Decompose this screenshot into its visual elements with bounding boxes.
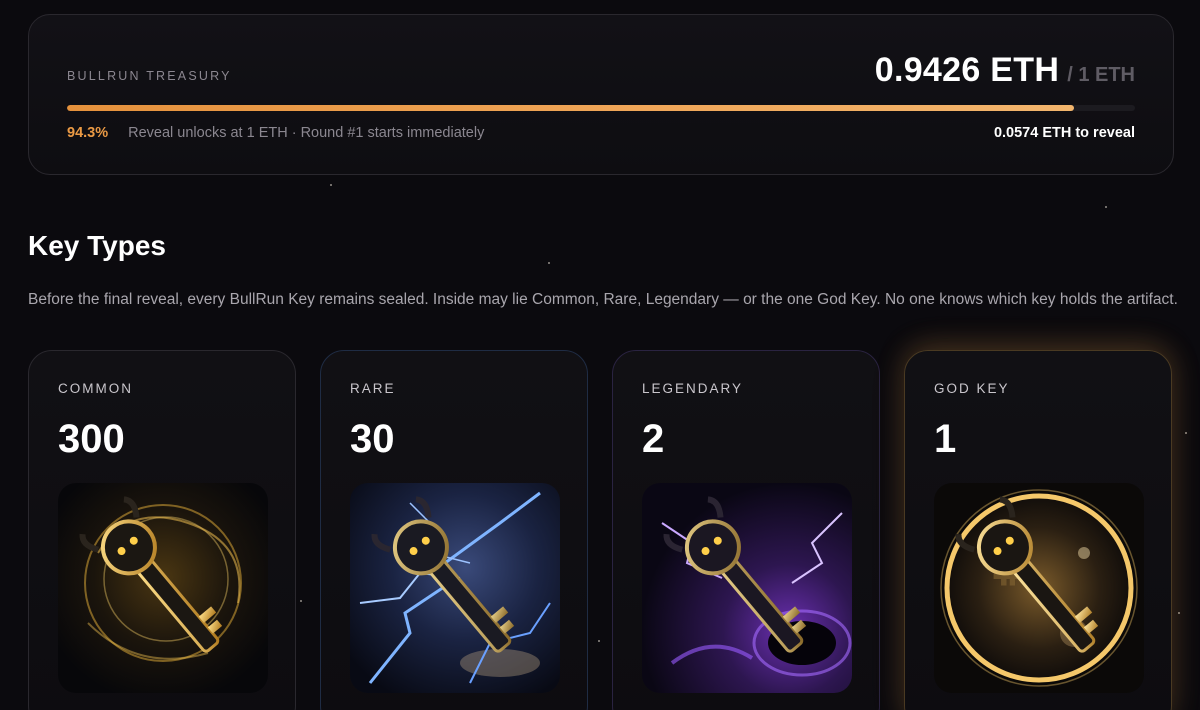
key-card-label: COMMON	[58, 381, 133, 396]
treasury-progress-fill	[67, 105, 1075, 111]
treasury-percent: 94.3%	[67, 125, 109, 141]
key-card-label: GOD KEY	[934, 381, 1010, 396]
treasury-card: BULLRUN TREASURY 0.9426 ETH / 1 ETH 94.3…	[28, 14, 1174, 175]
treasury-progress-bar	[67, 105, 1135, 111]
key-card-label: RARE	[350, 381, 396, 396]
treasury-footer: 94.3% Reveal unlocks at 1 ETH · Round #1…	[67, 125, 1135, 141]
key-card-count: 2	[642, 417, 665, 461]
treasury-remaining: 0.0574 ETH to reveal	[993, 125, 1135, 141]
common-key-art	[58, 483, 268, 693]
treasury-info: Reveal unlocks at 1 ETH · Round #1 start…	[128, 125, 485, 141]
key-card-count: 300	[58, 417, 125, 461]
treasury-label: BULLRUN TREASURY	[67, 69, 232, 83]
legendary-key-art	[642, 483, 852, 693]
key-card-count: 1	[934, 417, 957, 461]
key-card-rare[interactable]: RARE 30	[320, 350, 588, 710]
key-types-title: Key Types	[28, 230, 166, 261]
key-types-description: Before the final reveal, every BullRun K…	[28, 291, 1178, 308]
treasury-value: 0.9426 ETH	[874, 51, 1060, 89]
treasury-amount: 0.9426 ETH / 1 ETH	[875, 51, 1135, 90]
key-card-common[interactable]: COMMON 300	[28, 350, 296, 710]
key-card-legendary[interactable]: LEGENDARY 2	[612, 350, 880, 710]
treasury-cap: / 1 ETH	[1067, 64, 1135, 86]
god-key-art: ₿	[934, 483, 1144, 693]
key-card-god-key[interactable]: GOD KEY 1 ₿	[904, 350, 1172, 710]
key-card-label: LEGENDARY	[642, 381, 744, 396]
rare-key-art	[350, 483, 560, 693]
key-card-count: 30	[350, 417, 395, 461]
